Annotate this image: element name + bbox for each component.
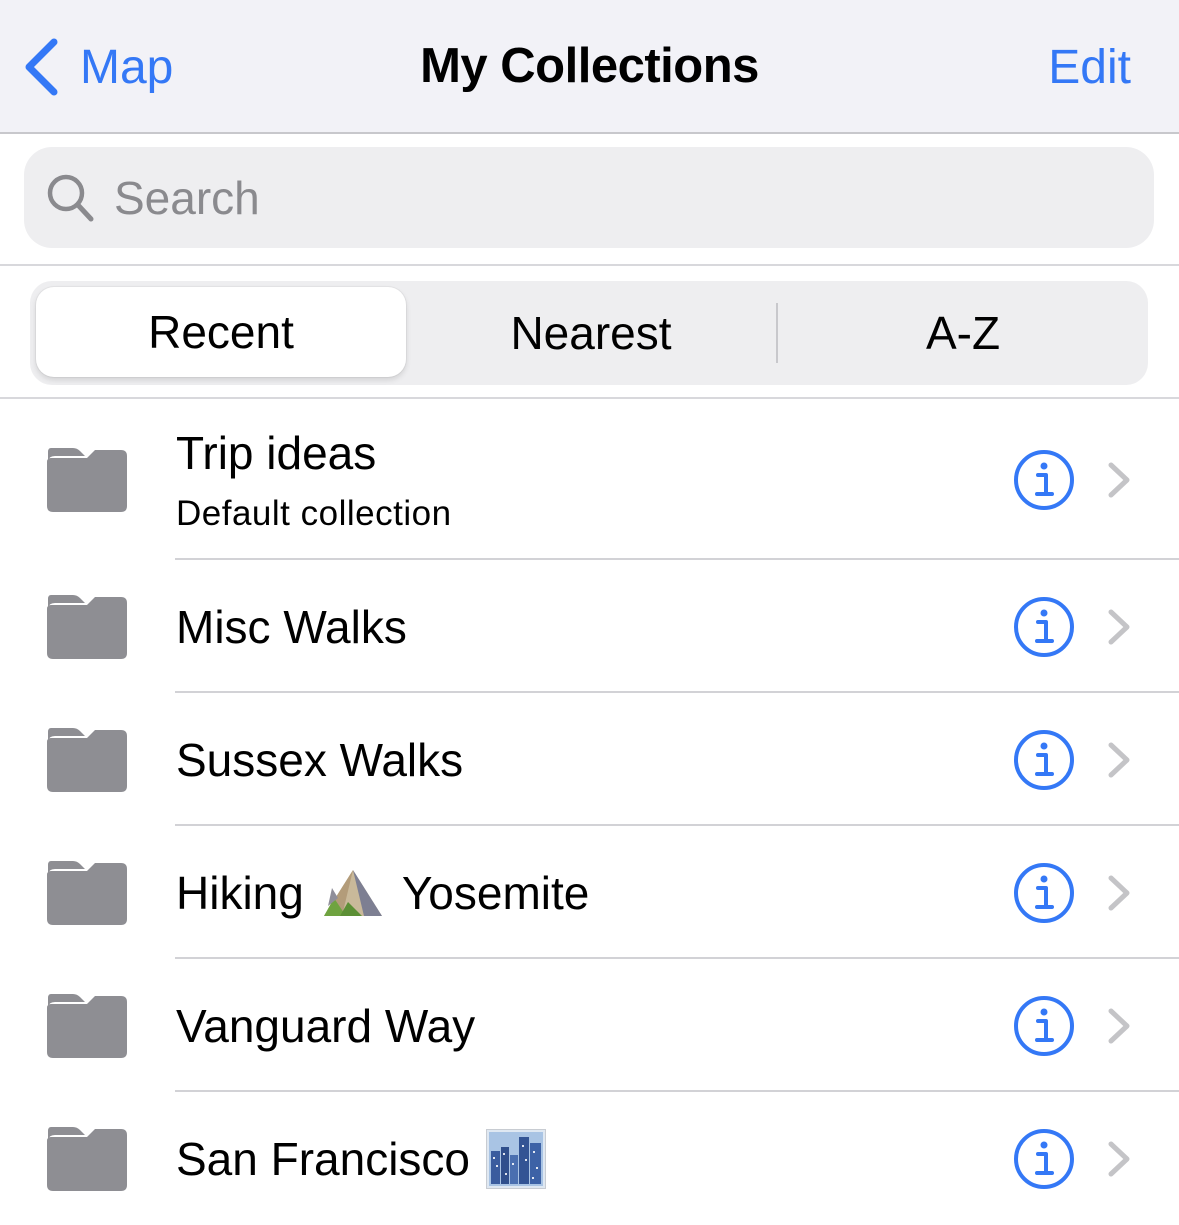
chevron-right-icon [1108, 742, 1130, 777]
list-item[interactable]: San Francisco [0, 1092, 1179, 1225]
collection-title: Sussex Walks [176, 733, 464, 786]
search-field[interactable] [24, 147, 1154, 248]
search-section [0, 134, 1179, 266]
folder-icon [47, 993, 127, 1058]
collection-title-part: Hiking [176, 866, 304, 919]
list-item[interactable]: Trip ideas Default collection [0, 399, 1179, 560]
cityscape-emoji-icon [486, 1128, 547, 1189]
info-icon[interactable] [1013, 995, 1075, 1057]
collections-list: Trip ideas Default collection Misc Walks [0, 399, 1179, 1225]
folder-icon [47, 1126, 127, 1191]
sort-section: Recent Nearest A-Z [0, 266, 1179, 399]
chevron-right-icon [1108, 462, 1130, 497]
folder-icon [47, 860, 127, 925]
chevron-right-icon [1108, 1141, 1130, 1176]
folder-icon [47, 727, 127, 792]
list-item-text: San Francisco [176, 1128, 564, 1189]
tab-nearest-label: Nearest [510, 307, 672, 359]
collection-title: Misc Walks [176, 600, 407, 653]
tab-nearest[interactable]: Nearest [406, 281, 776, 385]
folder-icon [47, 594, 127, 659]
list-item-text: Hiking Yosemite [176, 866, 589, 920]
page-title: My Collections [420, 39, 759, 93]
list-item-text: Sussex Walks [176, 733, 463, 787]
list-item[interactable]: Hiking Yosemite [0, 826, 1179, 959]
navigation-bar: Map My Collections Edit [0, 0, 1179, 134]
chevron-right-icon [1108, 609, 1130, 644]
collection-title: Trip ideas [176, 426, 377, 479]
search-icon [47, 174, 94, 221]
folder-icon [47, 447, 127, 512]
tab-recent-label: Recent [148, 306, 294, 358]
tab-a-z-label: A-Z [925, 307, 1001, 359]
mountain-emoji-icon [323, 869, 382, 916]
edit-button[interactable]: Edit [1048, 40, 1131, 95]
list-item-text: Misc Walks [176, 600, 407, 654]
list-item-text: Vanguard Way [176, 999, 475, 1053]
collection-title: Hiking Yosemite [176, 866, 589, 920]
list-item-text: Trip ideas Default collection [176, 426, 452, 534]
collection-title: San Francisco [176, 1128, 564, 1189]
tab-recent[interactable]: Recent [36, 287, 406, 377]
tab-a-z[interactable]: A-Z [778, 281, 1148, 385]
sort-segmented-control: Recent Nearest A-Z [30, 281, 1148, 385]
info-icon[interactable] [1013, 449, 1075, 511]
info-icon[interactable] [1013, 729, 1075, 791]
info-icon[interactable] [1013, 862, 1075, 924]
collection-subtitle: Default collection [176, 493, 452, 533]
chevron-right-icon [1108, 875, 1130, 910]
info-icon[interactable] [1013, 1128, 1075, 1190]
list-item[interactable]: Misc Walks [0, 560, 1179, 693]
list-item[interactable]: Sussex Walks [0, 693, 1179, 826]
collection-title: Vanguard Way [176, 999, 476, 1052]
list-item[interactable]: Vanguard Way [0, 959, 1179, 1092]
collection-title-part: Yosemite [401, 866, 590, 919]
collection-title-part: San Francisco [176, 1132, 471, 1185]
search-input[interactable] [112, 169, 1016, 226]
info-icon[interactable] [1013, 596, 1075, 658]
chevron-right-icon [1108, 1008, 1130, 1043]
